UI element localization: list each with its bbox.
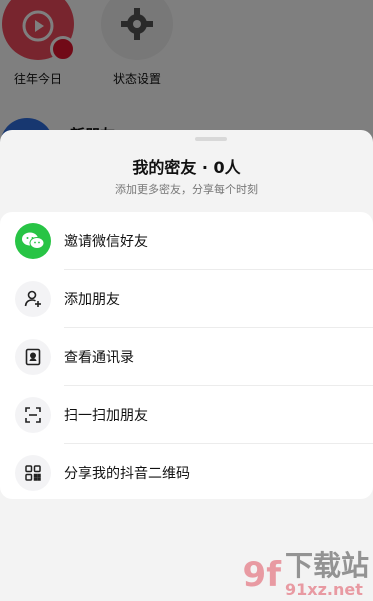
site-watermark: 9f 下载站 91xz.net bbox=[242, 548, 369, 599]
scan-add-friend-label: 扫一扫加朋友 bbox=[64, 408, 148, 424]
watermark-title: 下载站 bbox=[284, 548, 369, 582]
watermark-logo: 9f bbox=[242, 555, 281, 596]
share-douyin-qr-label: 分享我的抖音二维码 bbox=[64, 466, 190, 482]
invite-wechat-friend-option[interactable]: 邀请微信好友 bbox=[0, 212, 373, 270]
sheet-drag-handle[interactable] bbox=[195, 137, 227, 141]
view-contacts-option[interactable]: 查看通讯录 bbox=[0, 328, 373, 386]
scan-add-friend-option[interactable]: 扫一扫加朋友 bbox=[0, 386, 373, 444]
scan-icon bbox=[15, 397, 51, 433]
watermark-url: 91xz.net bbox=[284, 579, 363, 599]
close-friends-sheet: 我的密友 · 0人 添加更多密友，分享每个时刻 邀请微信好友 添加朋友 查看通讯… bbox=[0, 130, 373, 601]
options-card: 邀请微信好友 添加朋友 查看通讯录 扫一扫加朋友 分享我的抖音二维码 bbox=[0, 212, 373, 499]
add-user-icon bbox=[15, 281, 51, 317]
share-douyin-qr-option[interactable]: 分享我的抖音二维码 bbox=[0, 444, 373, 502]
qr-code-icon bbox=[15, 455, 51, 491]
add-friend-option[interactable]: 添加朋友 bbox=[0, 270, 373, 328]
invite-wechat-label: 邀请微信好友 bbox=[64, 234, 148, 250]
wechat-icon bbox=[15, 223, 51, 259]
sheet-subtitle: 添加更多密友，分享每个时刻 bbox=[115, 183, 258, 196]
contacts-icon bbox=[15, 339, 51, 375]
view-contacts-label: 查看通讯录 bbox=[64, 350, 134, 366]
add-friend-label: 添加朋友 bbox=[64, 292, 120, 308]
sheet-title: 我的密友 · 0人 bbox=[132, 158, 241, 177]
